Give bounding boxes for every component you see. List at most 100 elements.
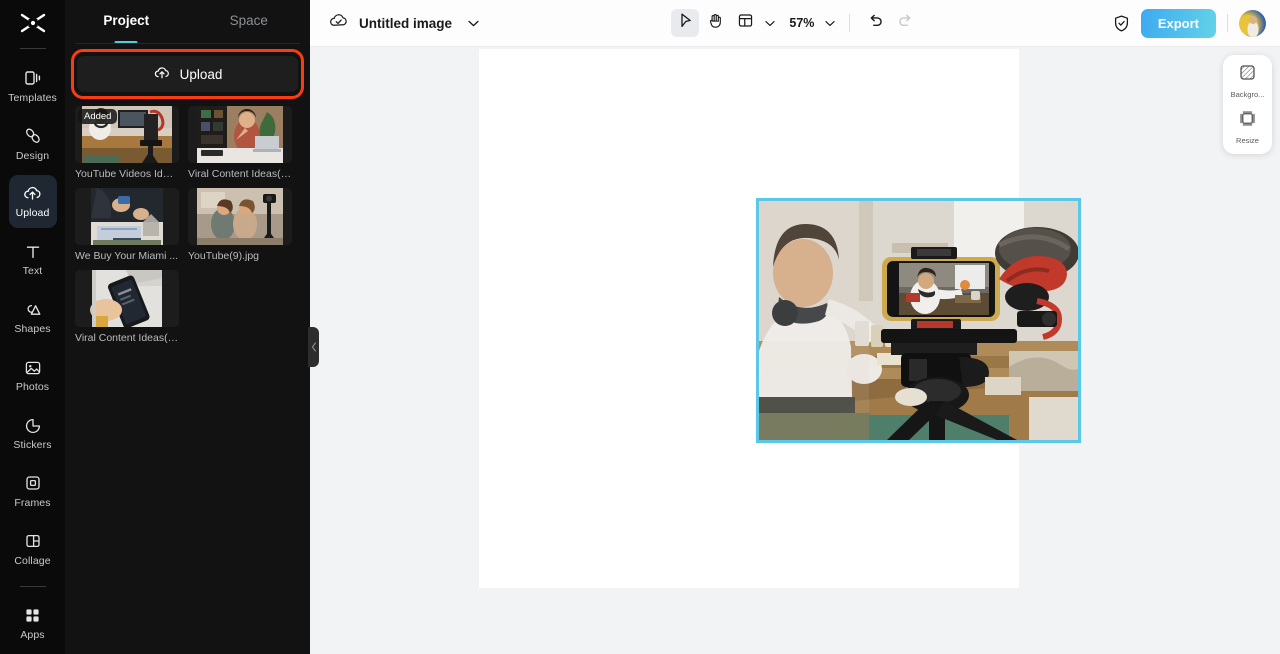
list-item-caption: YouTube(9).jpg <box>188 250 260 262</box>
export-button[interactable]: Export <box>1140 8 1216 38</box>
selected-image-object[interactable] <box>756 198 1081 443</box>
sidebar-item-frames[interactable]: Frames <box>9 464 57 517</box>
list-item[interactable]: YouTube(9).jpg <box>188 188 292 262</box>
rail-section-divider <box>19 586 46 588</box>
list-item[interactable]: Viral Content Ideas(3... <box>75 270 179 344</box>
sidebar-item-label: Stickers <box>13 439 52 452</box>
list-item[interactable]: Added YouTube Videos Idea... <box>75 106 179 180</box>
layout-tool-button[interactable] <box>731 9 759 37</box>
hand-tool-button[interactable] <box>701 9 729 37</box>
upload-cloud-icon <box>22 183 43 204</box>
layout-panel-icon <box>737 12 754 34</box>
chevron-down-icon <box>765 14 775 32</box>
chevron-down-icon[interactable] <box>462 20 479 27</box>
redo-button[interactable] <box>891 9 919 37</box>
capcut-logo-icon[interactable] <box>0 0 65 46</box>
background-tool-button[interactable]: Backgro... <box>1223 63 1272 99</box>
sidebar-item-label: Shapes <box>14 323 51 336</box>
sidebar-item-label: Collage <box>14 554 51 567</box>
sidebar-item-templates[interactable]: Templates <box>8 59 57 112</box>
sidebar-item-shapes[interactable]: Shapes <box>9 291 57 344</box>
templates-icon <box>23 68 43 89</box>
sidebar-item-label: Text <box>22 265 43 278</box>
tab-space[interactable]: Space <box>188 0 311 42</box>
upload-cloud-icon <box>153 64 171 85</box>
undo-button[interactable] <box>861 9 889 37</box>
undo-arrow-icon <box>867 12 884 34</box>
right-tools-panel: Backgro... Resize <box>1223 55 1272 154</box>
thumbnail-image[interactable] <box>188 188 292 245</box>
list-item[interactable]: We Buy Your Miami ... <box>75 188 179 262</box>
tab-project[interactable]: Project <box>65 0 188 42</box>
toolbar-left-group: Untitled image <box>328 10 479 36</box>
sidebar-item-collage[interactable]: Collage <box>9 522 57 575</box>
sidebar-item-apps[interactable]: Apps <box>9 596 57 649</box>
capcut-editor-window: Templates Design Upload Text Shapes Phot… <box>0 0 1280 654</box>
sidebar-item-label: Upload <box>15 207 50 220</box>
cloud-saved-icon[interactable] <box>328 10 349 36</box>
upload-button-wrapper: Upload <box>71 49 304 99</box>
shield-check-icon[interactable] <box>1112 14 1131 33</box>
text-icon <box>23 241 43 262</box>
list-item[interactable]: Viral Content Ideas(7... <box>188 106 292 180</box>
left-nav-rail: Templates Design Upload Text Shapes Phot… <box>0 0 65 654</box>
toolbar-tools-group: 57% <box>671 9 919 37</box>
select-tool-button[interactable] <box>671 9 700 37</box>
upload-panel: Project Space Upload Added YouTube Video… <box>65 0 319 654</box>
vlogger-photo <box>759 201 1078 440</box>
sidebar-item-design[interactable]: Design <box>9 117 57 170</box>
design-icon <box>23 126 43 147</box>
sidebar-item-label: Templates <box>8 91 57 104</box>
canvas-stage[interactable]: Backgro... Resize <box>310 47 1280 654</box>
user-avatar[interactable] <box>1239 9 1266 37</box>
toolbar-divider <box>849 14 851 32</box>
background-tool-label: Backgro... <box>1230 90 1265 99</box>
uploads-grid: Added YouTube Videos Idea... Viral Conte… <box>75 106 300 344</box>
sidebar-item-label: Design <box>15 149 50 162</box>
frames-icon <box>23 473 43 494</box>
design-canvas[interactable] <box>479 49 1081 588</box>
list-item-caption: We Buy Your Miami ... <box>75 250 179 262</box>
sidebar-item-label: Apps <box>20 628 45 641</box>
zoom-level-value[interactable]: 57% <box>780 16 819 30</box>
thumbnail-image[interactable] <box>75 270 179 327</box>
sidebar-item-stickers[interactable]: Stickers <box>9 406 57 459</box>
status-badge: Added <box>78 109 118 124</box>
panel-collapse-handle[interactable] <box>308 327 319 367</box>
resize-icon <box>1238 109 1257 133</box>
sidebar-item-label: Frames <box>14 496 51 509</box>
list-item-caption: Viral Content Ideas(7... <box>188 168 292 180</box>
apps-grid-icon <box>23 605 42 626</box>
panel-tabs: Project Space <box>65 0 310 42</box>
main-area: Untitled image 57% Export Backgro... Res… <box>310 0 1280 654</box>
chevron-left-icon <box>311 342 316 352</box>
photos-icon <box>23 357 43 378</box>
sidebar-item-label: Photos <box>15 381 50 394</box>
resize-tool-button[interactable]: Resize <box>1223 109 1272 145</box>
panel-tab-underline <box>75 43 300 44</box>
hand-icon <box>707 12 724 34</box>
upload-button[interactable]: Upload <box>77 56 298 92</box>
sidebar-item-text[interactable]: Text <box>9 233 57 286</box>
sidebar-item-photos[interactable]: Photos <box>9 348 57 401</box>
upload-button-label: Upload <box>179 66 223 82</box>
toolbar-divider <box>1227 14 1228 32</box>
toolbar-right-group: Export <box>1112 8 1266 38</box>
shapes-icon <box>23 299 43 320</box>
document-title[interactable]: Untitled image <box>359 16 452 31</box>
rail-divider <box>19 47 46 49</box>
stickers-icon <box>23 415 43 436</box>
cursor-arrow-icon <box>677 12 694 34</box>
sidebar-item-upload[interactable]: Upload <box>8 174 57 228</box>
collage-icon <box>23 531 43 552</box>
thumbnail-image[interactable]: Added <box>75 106 179 163</box>
zoom-caret-button[interactable] <box>821 9 838 37</box>
list-item-caption: Viral Content Ideas(3... <box>75 332 179 344</box>
list-item-caption: YouTube Videos Idea... <box>75 168 179 180</box>
thumbnail-image[interactable] <box>188 106 292 163</box>
redo-arrow-icon <box>897 12 914 34</box>
layout-caret-button[interactable] <box>761 9 778 37</box>
chevron-down-icon <box>825 14 835 32</box>
top-toolbar: Untitled image 57% Export <box>310 0 1280 47</box>
thumbnail-image[interactable] <box>75 188 179 245</box>
